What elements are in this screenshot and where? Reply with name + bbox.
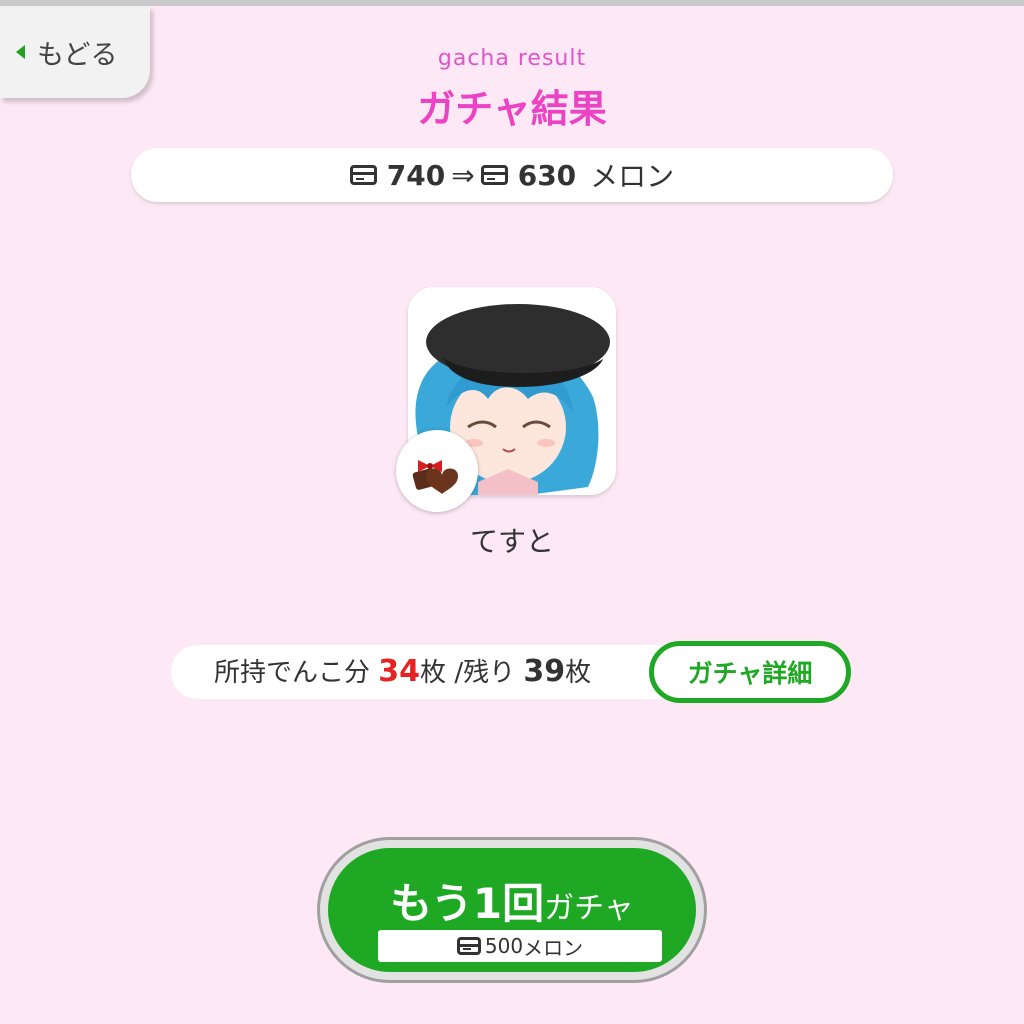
gacha-cost-value: 500 — [484, 934, 524, 958]
balance-bar: 740 ⇒ 630 メロン — [131, 148, 893, 202]
credit-card-icon — [456, 937, 481, 955]
ownership-prefix: 所持でんこ分 — [214, 658, 371, 688]
balance-after: 630 — [517, 158, 577, 192]
owned-count: 34 — [378, 654, 421, 689]
gacha-again-button[interactable]: もう1回ガチャ 500 メロン — [320, 840, 704, 980]
gacha-again-main: もう1回 — [390, 879, 545, 928]
top-rule — [0, 0, 1024, 6]
owned-unit: 枚 — [420, 658, 447, 688]
credit-card-icon — [480, 165, 508, 185]
gacha-again-label: もう1回ガチャ — [328, 870, 696, 931]
remaining-count: 39 — [523, 654, 566, 689]
balance-arrow: ⇒ — [451, 158, 475, 192]
balance-unit: メロン — [590, 160, 675, 193]
credit-card-icon — [349, 165, 377, 185]
ownership-text: 所持でんこ分 34枚 /残り 39枚 — [214, 652, 591, 689]
gacha-detail-button[interactable]: ガチャ詳細 — [649, 641, 851, 703]
remaining-label: /残り — [454, 658, 516, 688]
page-subtitle: gacha result — [437, 46, 587, 71]
balance-before: 740 — [386, 158, 446, 192]
gacha-cost-unit: メロン — [523, 935, 584, 960]
remaining-unit: 枚 — [565, 658, 592, 688]
gacha-cost: 500 メロン — [378, 930, 662, 962]
page-title: ガチャ結果 — [417, 87, 607, 131]
chocolate-gift-icon — [396, 430, 478, 512]
gacha-again-suffix: ガチャ — [544, 891, 634, 926]
item-name: てすと — [469, 525, 554, 558]
